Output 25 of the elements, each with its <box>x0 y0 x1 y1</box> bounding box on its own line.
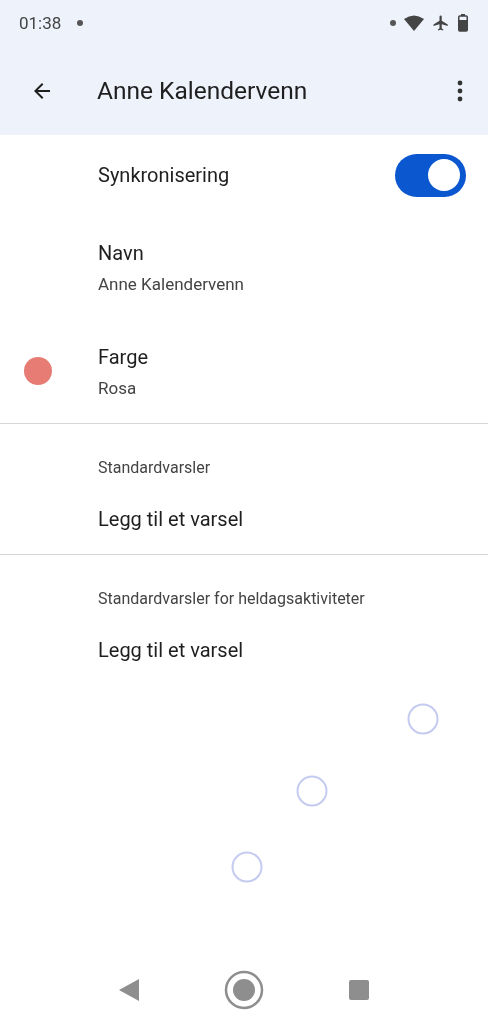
setting-value: Anne Kalendervenn <box>98 273 245 294</box>
airplane-icon <box>432 14 450 32</box>
back-triangle-icon <box>119 979 139 1001</box>
screen-title: Anne Kalendervenn <box>97 76 309 105</box>
notification-dot-icon <box>77 20 84 26</box>
status-time: 01:38 <box>19 13 62 33</box>
add-notification-item[interactable]: Legg til et varsel <box>0 615 488 685</box>
setting-value: Rosa <box>98 377 138 398</box>
home-circle-icon <box>224 970 264 1010</box>
touch-indicator-icon <box>296 775 328 807</box>
touch-indicator-icon <box>231 851 263 883</box>
sync-switch[interactable] <box>395 153 466 197</box>
battery-icon <box>458 14 468 32</box>
square-icon <box>349 980 369 1000</box>
touch-indicator-icon <box>407 703 439 735</box>
section-header: Standardvarsler <box>97 457 212 479</box>
setting-label: Farge <box>98 344 150 369</box>
notification-dot-icon <box>390 20 396 26</box>
wifi-icon <box>404 15 424 31</box>
setting-label: Synkronisering <box>98 163 231 187</box>
home-button[interactable] <box>224 970 264 1010</box>
setting-label: Navn <box>98 240 145 265</box>
nav-back-button[interactable] <box>119 979 139 1001</box>
add-notification-item[interactable]: Legg til et varsel <box>0 484 488 554</box>
section-header: Standardvarsler for heldagsaktiviteter <box>97 588 366 610</box>
